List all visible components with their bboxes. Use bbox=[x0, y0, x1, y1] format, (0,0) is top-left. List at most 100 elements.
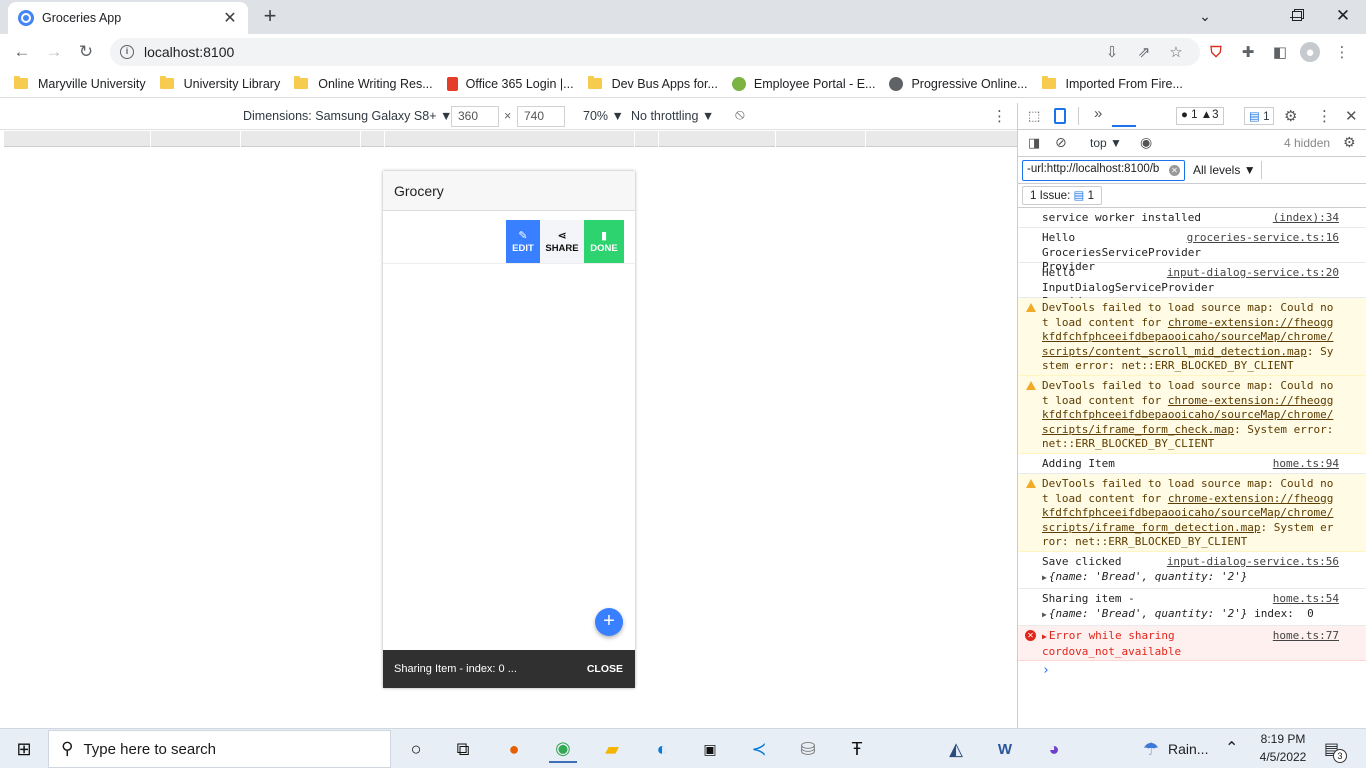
console-prompt[interactable]: › bbox=[1018, 661, 1366, 683]
task-view-icon[interactable]: ⧉ bbox=[449, 735, 477, 763]
rotate-icon[interactable]: ⦸ bbox=[735, 106, 745, 123]
close-devtools-icon[interactable]: ✕ bbox=[1345, 107, 1358, 125]
clock-time[interactable]: 8:19 PM bbox=[1258, 732, 1308, 746]
chrome-icon[interactable]: ◉ bbox=[549, 735, 577, 763]
ublock-extension-icon[interactable]: ⛉ bbox=[1206, 42, 1226, 62]
database-icon[interactable]: ⛁ bbox=[794, 735, 822, 763]
media-query-segment[interactable] bbox=[776, 131, 866, 147]
settings-gear-icon[interactable]: ⚙ bbox=[1284, 107, 1297, 125]
install-app-icon[interactable]: ⇩ bbox=[1102, 42, 1122, 62]
device-more-options-icon[interactable]: ⋮ bbox=[992, 107, 1007, 125]
typora-icon[interactable]: Ŧ bbox=[843, 735, 871, 763]
close-tab-icon[interactable]: ✕ bbox=[222, 8, 238, 28]
terminal-icon[interactable]: ▣ bbox=[696, 735, 724, 763]
share-icon[interactable]: ⇗ bbox=[1134, 42, 1154, 62]
issues-counter[interactable]: ▤ 1 bbox=[1244, 107, 1275, 125]
device-width-input[interactable]: 360 bbox=[451, 106, 499, 127]
bookmark-imported[interactable]: Imported From Fire... bbox=[1041, 76, 1183, 91]
share-button[interactable]: ⋖ SHARE bbox=[540, 220, 584, 263]
word-icon[interactable]: W bbox=[991, 735, 1019, 763]
live-expression-eye-icon[interactable]: ◉ bbox=[1140, 134, 1152, 151]
browser-tab[interactable]: Groceries App ✕ bbox=[8, 2, 248, 34]
bookmark-label: Office 365 Login |... bbox=[465, 76, 574, 91]
throttling-select[interactable]: No throttling ▼ bbox=[631, 109, 714, 123]
device-height-input[interactable]: 740 bbox=[517, 106, 565, 127]
source-link[interactable]: home.ts:94 bbox=[1273, 457, 1339, 472]
source-link[interactable]: home.ts:77 bbox=[1273, 629, 1339, 644]
expand-triangle-icon[interactable]: ▶ bbox=[1042, 630, 1047, 645]
bookmark-office365[interactable]: Office 365 Login |... bbox=[446, 76, 574, 91]
media-query-segment[interactable] bbox=[4, 131, 151, 147]
source-link[interactable]: (index):34 bbox=[1273, 211, 1339, 226]
media-query-segment[interactable] bbox=[635, 131, 659, 147]
new-tab-button[interactable]: + bbox=[258, 4, 282, 28]
clear-console-icon[interactable]: ⊘ bbox=[1055, 134, 1067, 151]
forward-button[interactable]: → bbox=[42, 40, 66, 64]
bookmark-online-writing[interactable]: Online Writing Res... bbox=[294, 76, 433, 91]
media-query-segment[interactable] bbox=[151, 131, 241, 147]
profile-avatar-icon[interactable]: ● bbox=[1300, 42, 1320, 62]
office-icon bbox=[446, 76, 458, 91]
warnings-count: 3 bbox=[1212, 109, 1219, 121]
log-levels-select[interactable]: All levels ▼ bbox=[1193, 163, 1256, 177]
tray-chevron-icon[interactable]: ⌃ bbox=[1225, 738, 1238, 758]
bookmark-dev-bus-apps[interactable]: Dev Bus Apps for... bbox=[587, 76, 718, 91]
bookmark-progressive[interactable]: Progressive Online... bbox=[889, 76, 1028, 91]
restore-button[interactable] bbox=[1274, 0, 1320, 32]
media-query-segment[interactable] bbox=[241, 131, 361, 147]
cortana-icon[interactable]: ○ bbox=[402, 735, 430, 763]
filter-input[interactable]: -url:http://localhost:8100/b bbox=[1022, 160, 1185, 181]
console-settings-icon[interactable]: ⚙ bbox=[1343, 134, 1356, 151]
back-button[interactable]: ← bbox=[10, 40, 34, 64]
github-desktop-icon[interactable]: ◕ bbox=[1040, 735, 1068, 763]
device-toggle-icon[interactable] bbox=[1054, 108, 1066, 124]
site-info-icon[interactable]: i bbox=[120, 45, 134, 59]
bookmark-star-icon[interactable]: ☆ bbox=[1166, 42, 1186, 62]
object-preview[interactable]: ▶ {name: 'Bread', quantity: '2'} bbox=[1042, 607, 1248, 620]
issues-button[interactable]: 1 Issue: ▤ 1 bbox=[1022, 186, 1102, 205]
windows-start-icon[interactable]: ⊞ bbox=[10, 735, 38, 763]
media-query-segment[interactable] bbox=[385, 131, 635, 147]
more-tabs-icon[interactable]: » bbox=[1094, 105, 1102, 122]
close-window-button[interactable]: ✕ bbox=[1320, 0, 1366, 32]
done-button[interactable]: ▮ DONE bbox=[584, 220, 624, 263]
inspect-element-icon[interactable]: ⬚ bbox=[1028, 108, 1040, 124]
clock-date[interactable]: 4/5/2022 bbox=[1258, 750, 1308, 764]
edge-icon[interactable]: ◐ bbox=[648, 735, 676, 763]
weather-umbrella-icon[interactable]: ☂ bbox=[1137, 735, 1165, 763]
firefox-icon[interactable]: ● bbox=[500, 735, 528, 763]
clear-filter-icon[interactable]: ✕ bbox=[1169, 165, 1180, 176]
console-warning: DevTools failed to load source map: Coul… bbox=[1018, 474, 1366, 552]
source-link[interactable]: groceries-service.ts:16 bbox=[1187, 231, 1339, 246]
bookmark-maryville[interactable]: Maryville University bbox=[14, 76, 146, 91]
source-link[interactable]: input-dialog-service.ts:20 bbox=[1167, 266, 1339, 281]
taskbar-search-box[interactable]: ⚲ Type here to search bbox=[48, 730, 391, 768]
devtools-menu-icon[interactable]: ⋮ bbox=[1317, 107, 1332, 125]
toast-close-button[interactable]: CLOSE bbox=[587, 663, 623, 675]
address-bar[interactable]: i localhost:8100 bbox=[110, 38, 1200, 66]
bookmark-library[interactable]: University Library bbox=[159, 76, 280, 91]
sidebar-toggle-icon[interactable]: ◨ bbox=[1028, 135, 1040, 151]
edit-button[interactable]: ✎ EDIT bbox=[506, 220, 540, 263]
media-query-bar[interactable] bbox=[4, 131, 1017, 147]
device-dimensions-select[interactable]: Dimensions: Samsung Galaxy S8+ ▼ bbox=[243, 109, 452, 123]
media-query-segment[interactable] bbox=[361, 131, 385, 147]
tab-search-button[interactable]: ⌄ bbox=[1182, 0, 1228, 32]
extensions-puzzle-icon[interactable]: ✚ bbox=[1238, 42, 1258, 62]
errors-warnings-counter[interactable]: ● 1 ▲3 bbox=[1176, 107, 1224, 125]
context-select[interactable]: top ▼ bbox=[1090, 136, 1122, 150]
media-query-segment[interactable] bbox=[659, 131, 776, 147]
weather-text[interactable]: Rain... bbox=[1168, 741, 1208, 757]
source-link[interactable]: input-dialog-service.ts:56 bbox=[1167, 555, 1339, 570]
vscode-icon[interactable]: ≺ bbox=[745, 735, 773, 763]
add-item-fab[interactable]: + bbox=[595, 608, 623, 636]
bookmark-employee-portal[interactable]: Employee Portal - E... bbox=[731, 76, 875, 91]
zoom-select[interactable]: 70% ▼ bbox=[583, 109, 624, 123]
file-explorer-icon[interactable]: ▰ bbox=[598, 735, 626, 763]
object-preview[interactable]: ▶ {name: 'Bread', quantity: '2'} bbox=[1042, 570, 1248, 583]
chrome-menu-icon[interactable]: ⋮ bbox=[1332, 42, 1352, 62]
source-link[interactable]: home.ts:54 bbox=[1273, 592, 1339, 607]
reload-button[interactable]: ↻ bbox=[74, 40, 98, 64]
sql-tool-icon[interactable]: ◭ bbox=[942, 735, 970, 763]
side-panel-icon[interactable]: ◧ bbox=[1270, 42, 1290, 62]
